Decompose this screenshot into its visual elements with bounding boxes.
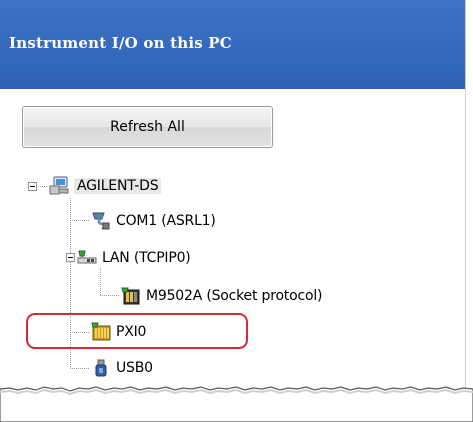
instrument-chassis-icon: [120, 285, 142, 307]
lan-collapse-toggle[interactable]: [66, 253, 75, 262]
root-collapse-toggle[interactable]: [28, 182, 37, 191]
pxi0-highlight-annotation: [26, 313, 248, 349]
tree-node-lan[interactable]: LAN (TCPIP0): [76, 247, 191, 269]
usb-icon: [90, 357, 112, 379]
tree-node-usb0-label: USB0: [116, 360, 153, 376]
serial-port-icon: [90, 210, 112, 232]
instrument-io-window: Instrument I/O on this PC Refresh All AG…: [0, 0, 473, 422]
tree-node-root-label: AGILENT-DS: [74, 178, 162, 194]
tree-node-m9502a-label: M9502A (Socket protocol): [146, 288, 323, 304]
lan-network-icon: [76, 247, 98, 269]
computer-icon: [48, 175, 70, 197]
instrument-io-panel: Instrument I/O on this PC Refresh All AG…: [0, 0, 466, 392]
tree-node-m9502a[interactable]: M9502A (Socket protocol): [120, 285, 322, 307]
tree-node-usb0[interactable]: USB0: [90, 357, 153, 379]
tree-node-com1-label: COM1 (ASRL1): [116, 213, 216, 229]
tree-node-lan-label: LAN (TCPIP0): [102, 250, 191, 266]
tree-node-com1[interactable]: COM1 (ASRL1): [90, 210, 216, 232]
torn-edge-decoration: [0, 386, 473, 422]
tree-node-root[interactable]: AGILENT-DS: [48, 175, 162, 197]
instrument-tree: AGILENT-DS COM1 (ASRL1) LAN (TCPIP0) M95…: [0, 0, 465, 392]
